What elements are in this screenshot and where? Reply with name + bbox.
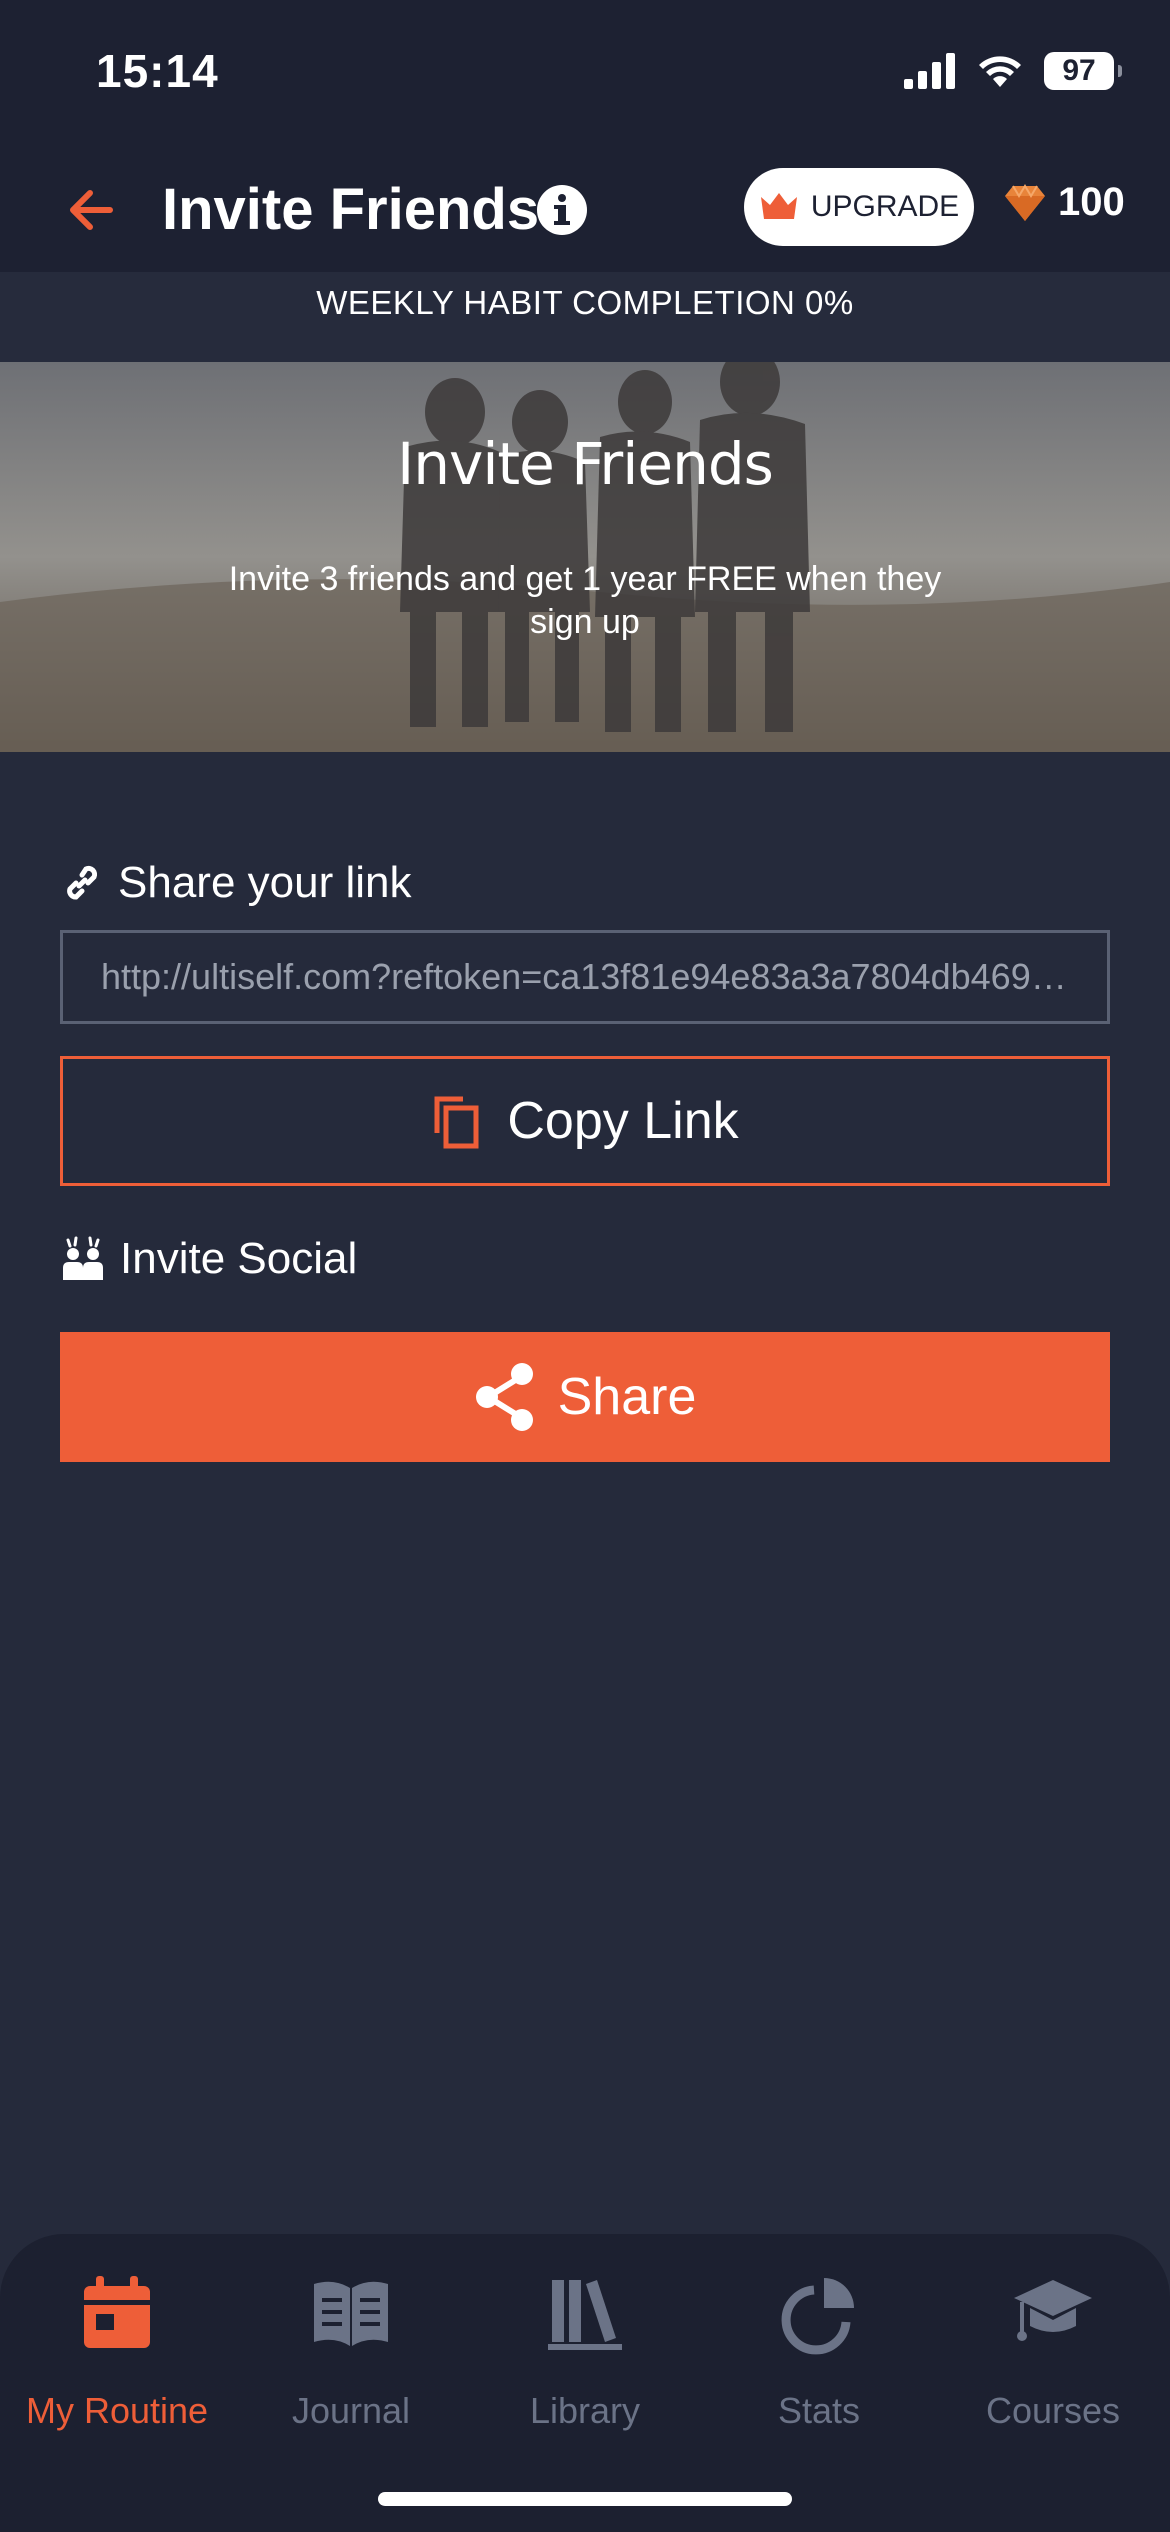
- crown-icon: [760, 193, 797, 219]
- status-bar: 15:14 97: [0, 0, 1170, 150]
- copy-link-label: Copy Link: [507, 1092, 739, 1150]
- graduation-cap-icon: [1014, 2280, 1092, 2341]
- invite-social-label: Invite Social: [120, 1234, 358, 1283]
- signal-icon: [904, 53, 955, 89]
- upgrade-button[interactable]: UPGRADE: [744, 168, 974, 246]
- home-indicator[interactable]: [378, 2492, 792, 2506]
- share-link-heading: Share your link: [60, 858, 411, 908]
- nav-label-stats: Stats: [777, 2390, 861, 2431]
- referral-link-field[interactable]: http://ultiself.com?reftoken=ca13f81e94e…: [60, 930, 1110, 1024]
- invite-friends-screen: 15:14 97 Invite Friends UPGRADE 100 WEEK…: [0, 0, 1170, 2532]
- nav-item-library[interactable]: Library: [468, 2270, 702, 2450]
- wifi-icon: [979, 56, 1021, 87]
- gem-icon: [1005, 183, 1045, 221]
- share-label: Share: [557, 1368, 697, 1426]
- info-icon[interactable]: [536, 184, 588, 236]
- upgrade-label: UPGRADE: [810, 190, 960, 223]
- library-icon: [548, 2280, 622, 2350]
- referral-link-text: http://ultiself.com?reftoken=ca13f81e94e…: [101, 956, 1069, 997]
- status-time: 15:14: [96, 45, 219, 97]
- friends-photo: [0, 362, 1170, 752]
- nav-label-journal: Journal: [291, 2390, 411, 2431]
- people-celebrate-icon: [63, 1236, 103, 1280]
- invite-social-heading: Invite Social: [60, 1234, 357, 1284]
- nav-item-my-routine[interactable]: My Routine: [0, 2270, 234, 2450]
- copy-icon: [434, 1096, 479, 1149]
- pie-chart-icon: [781, 2278, 854, 2355]
- book-icon: [314, 2281, 388, 2346]
- hero-banner: Invite Friends Invite 3 friends and get …: [0, 362, 1170, 752]
- battery-indicator: 97: [1044, 52, 1122, 90]
- hero-subtitle: Invite 3 friends and get 1 year FREE whe…: [228, 560, 942, 641]
- calendar-icon: [84, 2276, 150, 2348]
- app-header: Invite Friends UPGRADE 100: [0, 150, 1170, 272]
- nav-label-library: Library: [529, 2390, 641, 2431]
- weekly-habit-banner: WEEKLY HABIT COMPLETION 0%: [0, 272, 1170, 362]
- hero-title: Invite Friends: [397, 430, 774, 498]
- gems-count: 100: [1058, 180, 1125, 224]
- nav-item-stats[interactable]: Stats: [702, 2270, 936, 2450]
- page-title: Invite Friends: [162, 177, 540, 242]
- link-icon: [67, 865, 98, 900]
- nav-label-courses: Courses: [985, 2390, 1121, 2431]
- share-button[interactable]: Share: [60, 1332, 1110, 1462]
- nav-item-courses[interactable]: Courses: [936, 2270, 1170, 2450]
- share-icon: [475, 1363, 533, 1431]
- nav-label-my-routine: My Routine: [25, 2390, 209, 2431]
- status-icons: 97: [904, 52, 1122, 90]
- back-arrow-icon[interactable]: [62, 180, 122, 240]
- share-link-label: Share your link: [118, 858, 412, 907]
- copy-link-button[interactable]: Copy Link: [60, 1056, 1110, 1186]
- nav-item-journal[interactable]: Journal: [234, 2270, 468, 2450]
- gems-counter[interactable]: 100: [1004, 180, 1125, 225]
- bottom-navigation: My Routine Journal Library Stats Courses: [0, 2234, 1170, 2532]
